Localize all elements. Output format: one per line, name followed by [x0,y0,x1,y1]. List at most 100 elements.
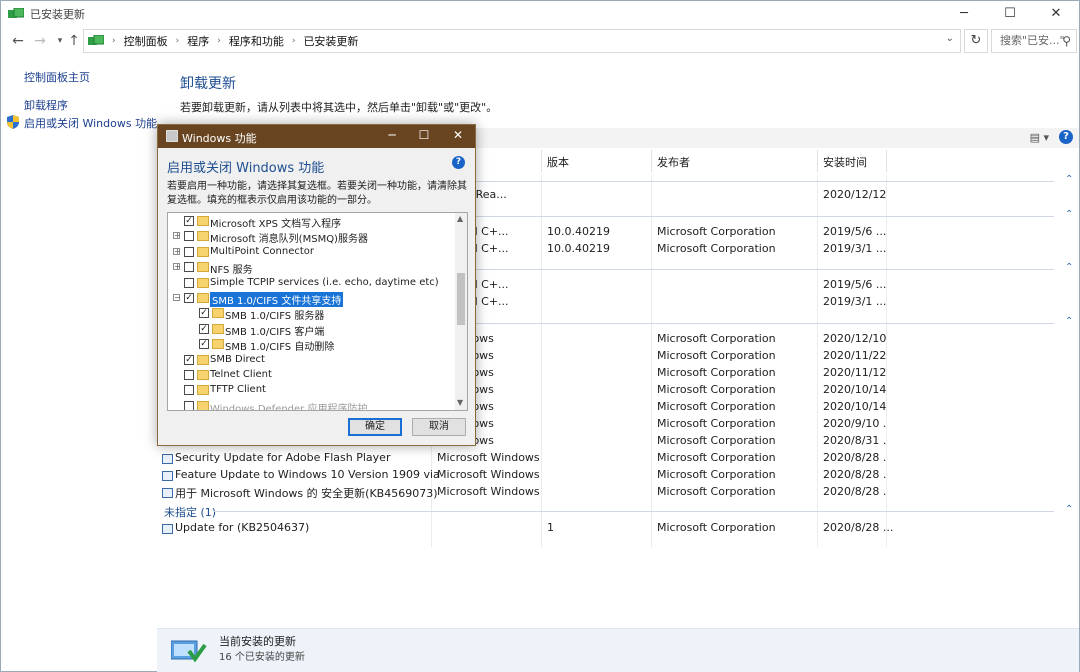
update-date: 2020/8/28 ... [823,485,887,498]
collapse-group-icon[interactable]: ⌃ [1065,209,1073,220]
status-title: 当前安装的更新 [219,635,296,648]
feature-item[interactable]: ✓ SMB 1.0/CIFS 客户端 [168,322,456,338]
column-divider[interactable] [886,150,887,172]
expand-icon[interactable]: + [173,263,181,271]
view-options-icon[interactable]: ▤ ▾ [1030,131,1049,144]
uninstall-program-link[interactable]: 卸载程序 [24,97,68,113]
update-publisher: Microsoft Corporation [657,242,776,255]
update-publisher: Microsoft Corporation [657,417,776,430]
maximize-button[interactable]: ☐ [987,1,1033,26]
navigation-bar: ← → ▾ ↑ › 控制面板 › 程序 › 程序和功能 › 已安装更新 ⌄ ↻ … [1,28,1079,54]
dialog-heading: 启用或关闭 Windows 功能 [167,161,325,176]
dialog-minimize-button[interactable]: ─ [384,128,400,142]
feature-item[interactable]: + MultiPoint Connector [168,245,456,260]
feature-checkbox[interactable]: ✓ [199,339,209,350]
scroll-up-icon[interactable]: ▲ [457,214,463,223]
feature-item[interactable]: − ✓ SMB 1.0/CIFS 文件共享支持 [168,291,456,307]
help-icon[interactable]: ? [1059,130,1073,144]
scroll-down-icon[interactable]: ▼ [457,398,463,407]
collapse-icon[interactable]: − [173,294,181,302]
collapse-group-icon[interactable]: ⌃ [1065,174,1073,185]
expand-icon[interactable]: + [173,232,181,240]
folder-icon [197,400,209,410]
column-divider[interactable] [651,150,652,172]
dialog-help-icon[interactable]: ? [452,156,465,169]
table-row[interactable]: Security Update for Adobe Flash Player Mi… [161,451,1061,468]
collapse-group-icon[interactable]: ⌃ [1065,504,1073,515]
feature-checkbox[interactable] [184,370,194,380]
feature-item[interactable]: TFTP Client [168,383,456,398]
breadcrumb-control-panel[interactable]: 控制面板 [124,33,168,49]
feature-checkbox[interactable] [184,262,194,273]
folder-icon [212,308,224,319]
feature-checkbox[interactable] [184,400,194,410]
breadcrumb-programs[interactable]: 程序 [187,33,209,49]
breadcrumb-separator: › [291,36,296,46]
update-name: Update for (KB2504637) [175,521,310,534]
windows-features-link[interactable]: 启用或关闭 Windows 功能 [24,115,157,131]
feature-item[interactable]: ✓ Microsoft XPS 文档写入程序 [168,214,456,230]
breadcrumb-installed-updates[interactable]: 已安装更新 [303,33,358,49]
feature-label: NFS 服务 [210,265,253,277]
feature-checkbox[interactable] [184,277,194,288]
feature-item[interactable]: Windows Defender 应用程序防护 [168,399,456,410]
feature-checkbox[interactable] [184,246,194,257]
title-bar: 已安装更新 ─ ☐ ✕ [1,1,1079,26]
dialog-maximize-button[interactable]: ☐ [416,128,432,142]
feature-checkbox[interactable]: ✓ [184,216,194,226]
feature-item[interactable]: ✓ SMB 1.0/CIFS 自动删除 [168,337,456,353]
table-row[interactable]: Feature Update to Windows 10 Version 190… [161,468,1061,485]
update-date: 2020/8/28 ... [823,451,887,464]
column-header-version[interactable]: 版本 [547,154,569,170]
feature-checkbox[interactable]: ✓ [184,354,194,365]
scrollbar-thumb[interactable] [457,273,465,325]
folder-icon [197,385,209,396]
column-divider[interactable] [541,150,542,172]
address-dropdown-icon[interactable]: ⌄ [946,33,954,44]
back-arrow-icon[interactable]: ← [7,31,29,51]
table-row[interactable]: Update for (KB2504637) 1 Microsoft Corpo… [161,521,1061,538]
dialog-title: Windows 功能 [182,132,257,145]
feature-item[interactable]: + Microsoft 消息队列(MSMQ)服务器 [168,229,456,245]
feature-item[interactable]: + NFS 服务 [168,260,456,277]
dialog-title-bar: Windows 功能 ─ ☐ ✕ [158,125,475,148]
windows-features-dialog: Windows 功能 ─ ☐ ✕ 启用或关闭 Windows 功能 ? 若要启用… [157,124,476,446]
folder-icon [197,354,209,365]
feature-checkbox[interactable]: ✓ [199,323,209,334]
column-header-installed-on[interactable]: 安装时间 [823,154,867,170]
feature-checkbox[interactable]: ✓ [184,293,194,303]
address-bar[interactable]: › 控制面板 › 程序 › 程序和功能 › 已安装更新 ⌄ [83,29,961,53]
collapse-group-icon[interactable]: ⌃ [1065,316,1073,327]
feature-item[interactable]: Simple TCPIP services (i.e. echo, daytim… [168,276,456,291]
group-header-unspecified[interactable]: 未指定 (1) [164,504,216,520]
feature-item[interactable]: ✓ SMB Direct [168,353,456,368]
feature-checkbox[interactable] [184,385,194,396]
refresh-button[interactable]: ↻ [964,29,988,53]
feature-label: SMB 1.0/CIFS 客户端 [225,326,325,338]
close-button[interactable]: ✕ [1033,1,1079,26]
update-icon [162,471,173,481]
column-header-publisher[interactable]: 发布者 [657,154,690,170]
ok-button[interactable]: 确定 [348,418,402,436]
tree-scrollbar[interactable]: ▲ ▼ [455,213,467,410]
collapse-group-icon[interactable]: ⌃ [1065,262,1073,273]
feature-checkbox[interactable]: ✓ [199,308,209,319]
forward-arrow-icon[interactable]: → [29,31,51,51]
search-input[interactable]: 搜索"已安..." ⚲ [991,29,1077,53]
update-date: 2020/10/14... [823,383,887,396]
cancel-button[interactable]: 取消 [412,418,466,436]
up-arrow-icon[interactable]: ↑ [63,31,85,51]
minimize-button[interactable]: ─ [941,1,987,26]
search-icon: ⚲ [1062,34,1071,48]
expand-icon[interactable]: + [173,247,181,255]
dialog-close-button[interactable]: ✕ [450,128,466,142]
feature-checkbox[interactable] [184,231,194,242]
update-date: 2020/8/28 ... [823,468,887,481]
breadcrumb-separator: › [112,36,116,46]
feature-item[interactable]: Telnet Client [168,368,456,383]
table-row[interactable]: 用于 Microsoft Windows 的 安全更新(KB4569073) Mi… [161,485,1061,502]
column-divider[interactable] [817,150,818,172]
breadcrumb-programs-features[interactable]: 程序和功能 [229,33,284,49]
control-panel-home-link[interactable]: 控制面板主页 [24,69,90,85]
feature-item[interactable]: ✓ SMB 1.0/CIFS 服务器 [168,306,456,322]
